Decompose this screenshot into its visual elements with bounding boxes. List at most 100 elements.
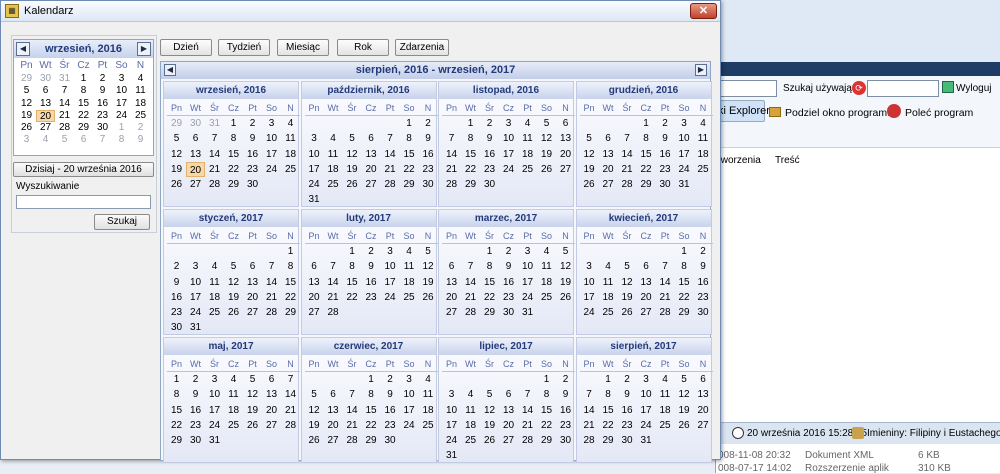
day-cell[interactable]: 7	[205, 131, 224, 146]
month-title[interactable]: styczeń, 2017	[164, 210, 298, 227]
day-cell[interactable]: 21	[618, 162, 637, 177]
day-cell[interactable]: 15	[281, 275, 300, 290]
search-engine-icon[interactable]: ⟳	[852, 81, 866, 95]
mini-next-month-button[interactable]: ▶	[137, 42, 151, 56]
day-cell[interactable]: 22	[599, 418, 618, 433]
day-cell[interactable]: 21	[205, 162, 224, 177]
day-cell[interactable]: 5	[17, 85, 36, 97]
day-cell[interactable]: 8	[112, 134, 131, 146]
day-cell[interactable]: 13	[262, 387, 281, 402]
day-cell[interactable]: 23	[419, 162, 438, 177]
day-cell[interactable]: 31	[675, 177, 694, 192]
day-cell[interactable]: 18	[131, 98, 150, 110]
day-cell[interactable]: 20	[305, 290, 324, 305]
day-cell[interactable]: 13	[305, 275, 324, 290]
day-cell[interactable]: 27	[694, 418, 713, 433]
day-cell[interactable]: 6	[305, 259, 324, 274]
day-cell[interactable]: 19	[580, 162, 599, 177]
mini-prev-month-button[interactable]: ◀	[16, 42, 30, 56]
day-cell[interactable]: 14	[55, 98, 74, 110]
day-cell[interactable]: 12	[480, 403, 499, 418]
day-cell[interactable]: 13	[637, 275, 656, 290]
day-cell[interactable]: 6	[599, 131, 618, 146]
day-cell[interactable]: 2	[186, 372, 205, 387]
day-cell[interactable]: 23	[556, 418, 575, 433]
day-cell[interactable]: 16	[381, 403, 400, 418]
day-cell[interactable]: 16	[480, 147, 499, 162]
day-cell[interactable]: 9	[656, 131, 675, 146]
day-cell[interactable]: 9	[618, 387, 637, 402]
day-cell[interactable]: 5	[537, 116, 556, 131]
day-cell[interactable]: 28	[281, 418, 300, 433]
day-cell[interactable]: 27	[362, 177, 381, 192]
day-cell[interactable]: 31	[305, 192, 324, 207]
day-cell[interactable]: 4	[537, 244, 556, 259]
day-cell[interactable]: 1	[461, 116, 480, 131]
day-cell[interactable]: 9	[243, 131, 262, 146]
column-content[interactable]: Treść	[775, 155, 800, 166]
day-cell[interactable]: 13	[324, 403, 343, 418]
day-cell[interactable]: 15	[480, 275, 499, 290]
day-cell[interactable]: 20	[694, 403, 713, 418]
day-cell[interactable]: 26	[580, 177, 599, 192]
today-day-cell[interactable]: 20	[186, 161, 205, 177]
day-cell[interactable]: 24	[442, 433, 461, 448]
day-cell[interactable]: 12	[556, 259, 575, 274]
day-cell[interactable]: 17	[305, 162, 324, 177]
day-cell[interactable]: 23	[243, 162, 262, 177]
day-cell[interactable]: 30	[656, 177, 675, 192]
day-cell[interactable]: 1	[343, 244, 362, 259]
day-cell[interactable]: 11	[131, 85, 150, 97]
day-cell[interactable]: 13	[599, 147, 618, 162]
month-title[interactable]: lipiec, 2017	[439, 338, 573, 355]
day-cell[interactable]: 27	[186, 177, 205, 192]
day-cell[interactable]: 27	[599, 177, 618, 192]
today-day-cell[interactable]: 20	[36, 109, 55, 123]
day-cell[interactable]: 22	[480, 290, 499, 305]
day-cell[interactable]: 29	[281, 305, 300, 320]
day-cell[interactable]: 19	[243, 403, 262, 418]
day-cell[interactable]: 25	[205, 305, 224, 320]
day-cell[interactable]: 28	[580, 433, 599, 448]
column-created[interactable]: tworzenia	[718, 155, 761, 166]
day-cell[interactable]: 15	[224, 147, 243, 162]
close-button[interactable]: ✕	[690, 3, 717, 19]
day-cell[interactable]: 15	[400, 147, 419, 162]
day-cell[interactable]: 28	[381, 177, 400, 192]
day-cell[interactable]: 19	[305, 418, 324, 433]
day-cell[interactable]: 15	[343, 275, 362, 290]
day-cell[interactable]: 7	[93, 134, 112, 146]
day-cell[interactable]: 10	[262, 131, 281, 146]
month-title[interactable]: kwiecień, 2017	[576, 210, 711, 227]
day-cell[interactable]: 25	[400, 290, 419, 305]
day-cell[interactable]: 30	[167, 320, 186, 335]
day-cell[interactable]: 17	[381, 275, 400, 290]
day-cell[interactable]: 8	[599, 387, 618, 402]
month-title[interactable]: czerwiec, 2017	[301, 338, 436, 355]
day-cell[interactable]: 4	[205, 259, 224, 274]
day-cell[interactable]: 25	[131, 110, 150, 122]
day-cell[interactable]: 25	[537, 290, 556, 305]
day-cell[interactable]: 27	[305, 305, 324, 320]
day-cell[interactable]: 26	[618, 305, 637, 320]
day-cell[interactable]: 3	[17, 134, 36, 146]
day-cell[interactable]: 15	[675, 275, 694, 290]
day-cell[interactable]: 26	[224, 305, 243, 320]
day-cell[interactable]: 12	[343, 147, 362, 162]
day-cell[interactable]: 14	[262, 275, 281, 290]
day-cell[interactable]: 21	[381, 162, 400, 177]
day-cell[interactable]: 4	[599, 259, 618, 274]
day-cell[interactable]: 2	[362, 244, 381, 259]
day-cell[interactable]: 21	[442, 162, 461, 177]
day-cell[interactable]: 12	[580, 147, 599, 162]
day-cell[interactable]: 27	[324, 433, 343, 448]
day-cell[interactable]: 11	[324, 147, 343, 162]
day-cell[interactable]: 28	[656, 305, 675, 320]
day-cell[interactable]: 16	[167, 290, 186, 305]
day-cell[interactable]: 29	[362, 433, 381, 448]
day-cell[interactable]: 17	[262, 147, 281, 162]
day-cell[interactable]: 10	[381, 259, 400, 274]
day-cell[interactable]: 1	[537, 372, 556, 387]
day-cell[interactable]: 24	[675, 162, 694, 177]
day-cell[interactable]: 21	[461, 290, 480, 305]
